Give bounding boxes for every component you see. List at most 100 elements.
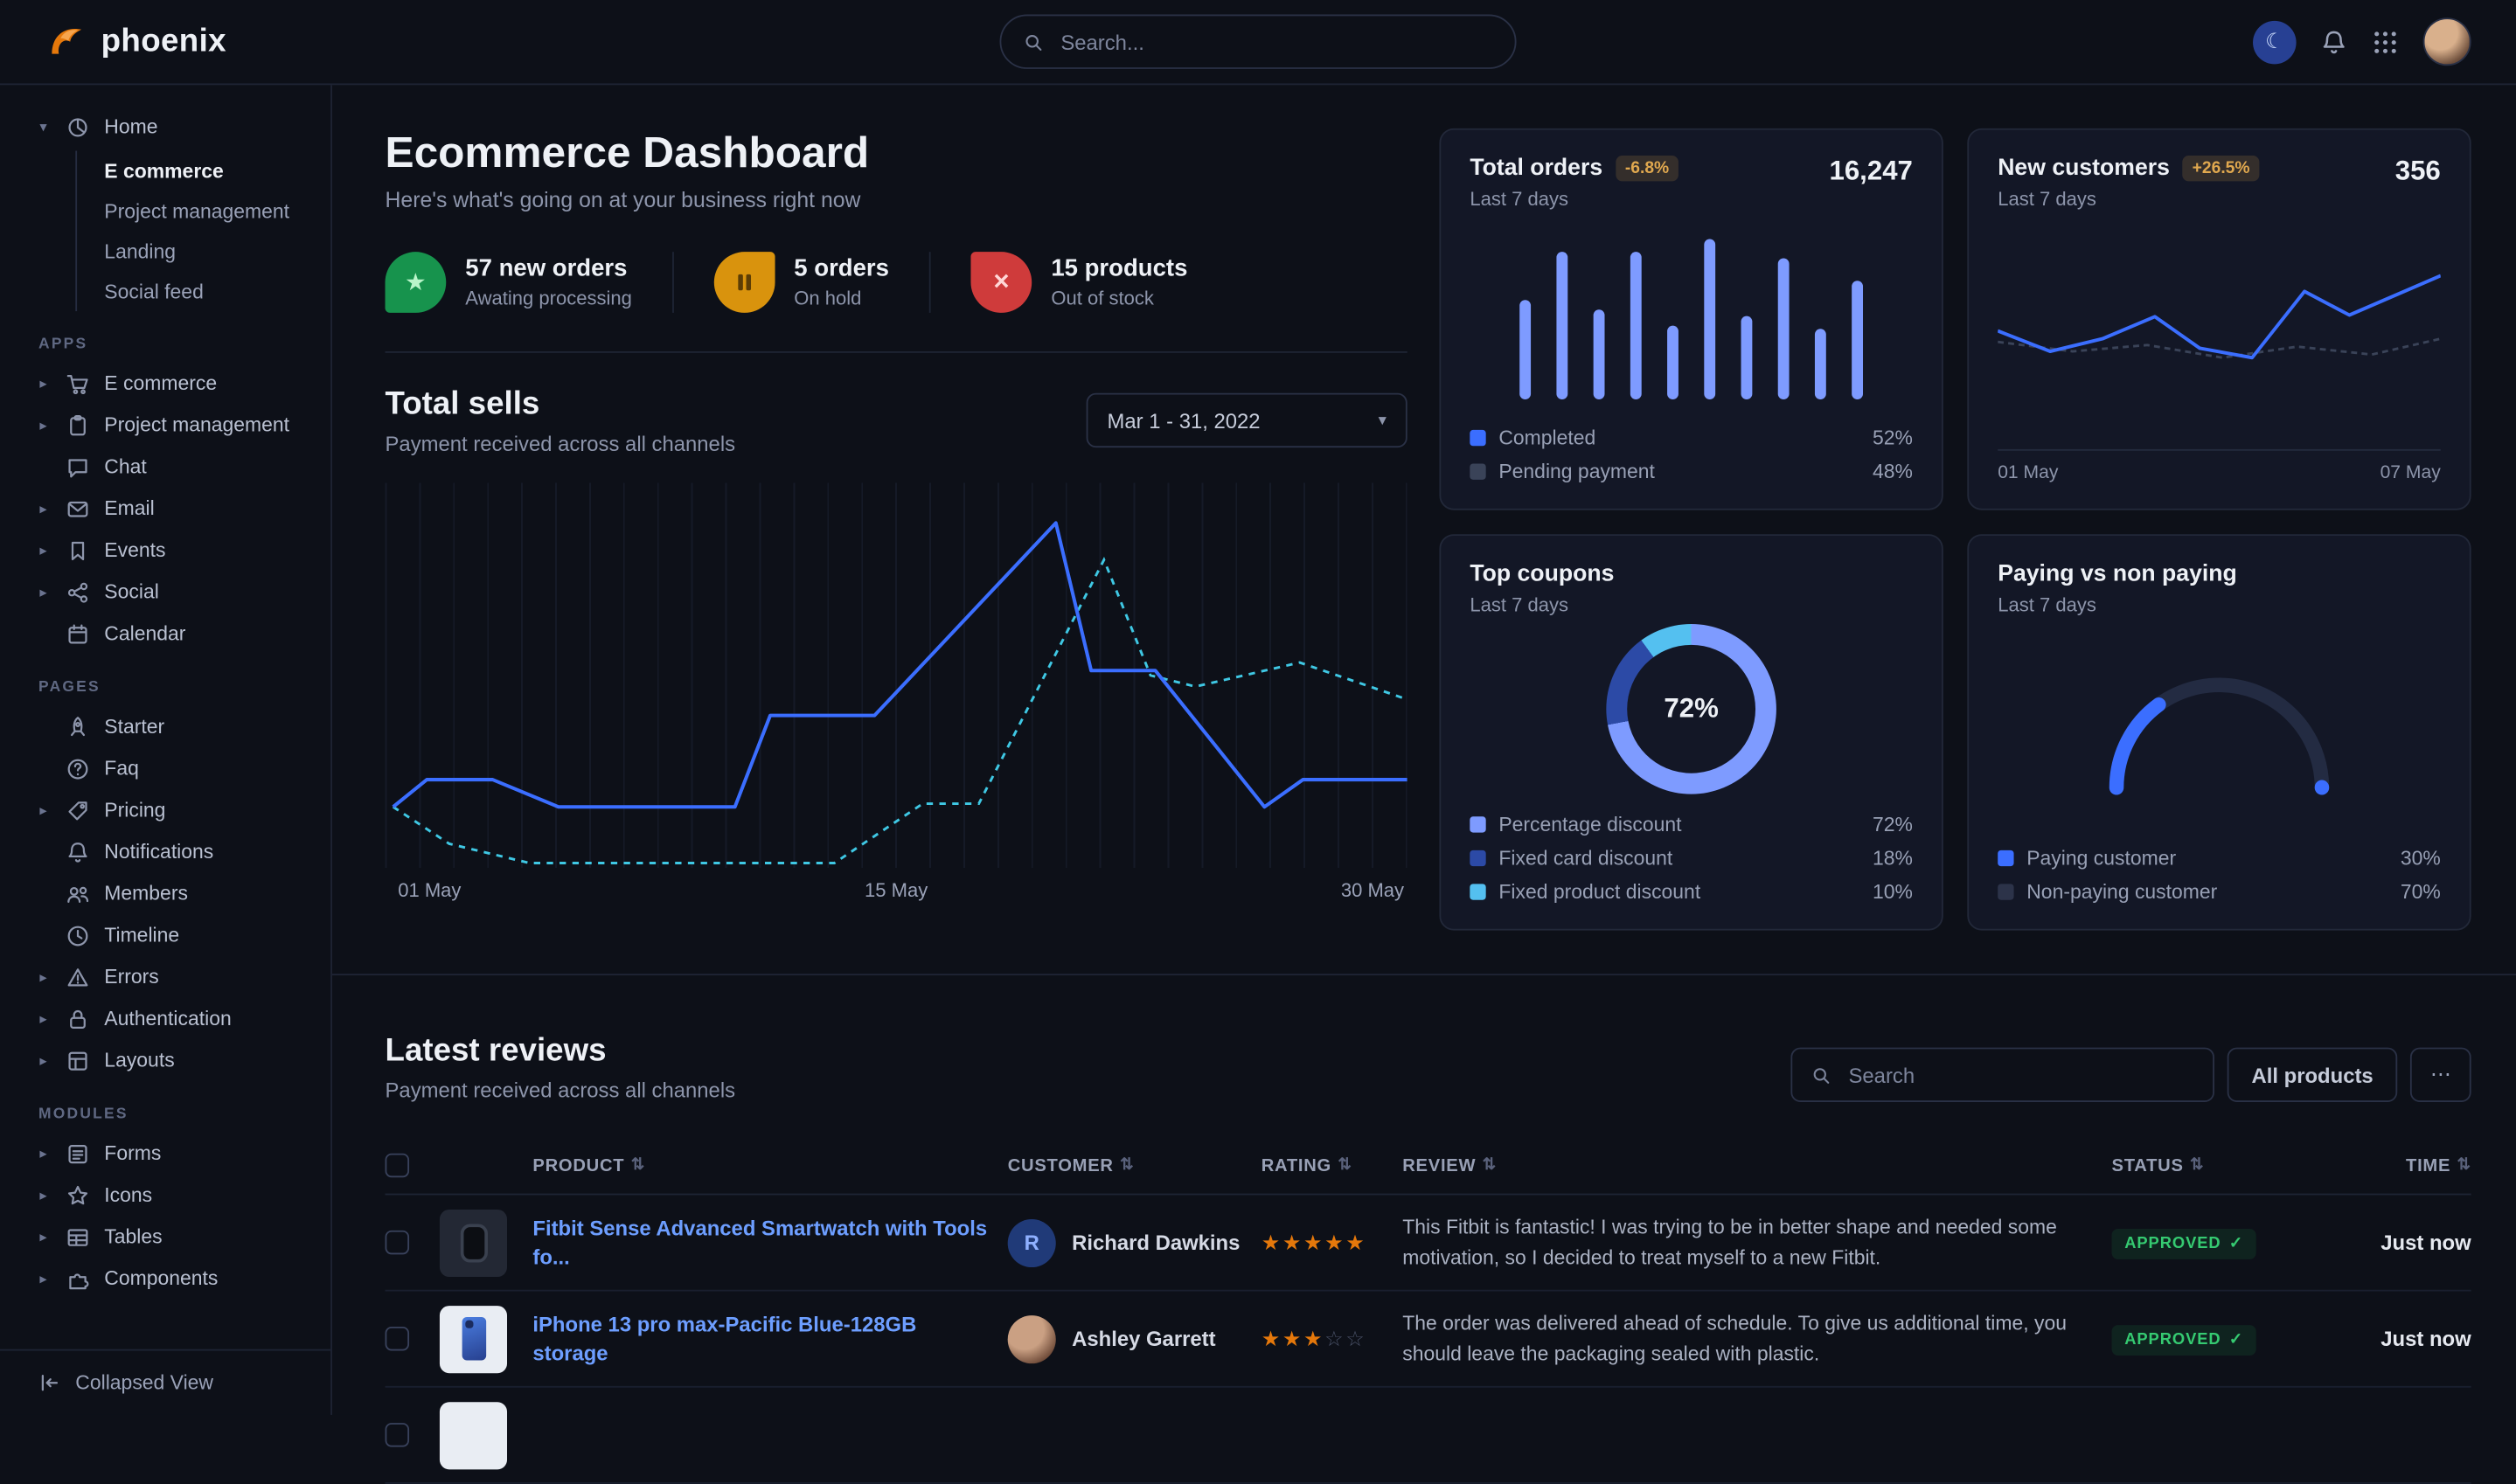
brand-name: phoenix (101, 24, 226, 60)
sort-icon: ⇅ (2190, 1156, 2204, 1174)
sidebar-subitem-ecommerce[interactable]: E commerce (77, 151, 330, 191)
sidebar-item-authentication[interactable]: ▸ Authentication (0, 998, 330, 1040)
legend-percentage-discount: Percentage discount 72% (1470, 814, 1913, 836)
apps-menu-button[interactable] (2372, 28, 2399, 55)
sidebar-item-home[interactable]: ▾ Home (0, 106, 330, 148)
sidebar-subitem-project-management[interactable]: Project management (77, 191, 330, 231)
sidebar-subitem-social-feed[interactable]: Social feed (77, 271, 330, 311)
sidebar-item-ecommerce[interactable]: ▸ E commerce (0, 363, 330, 405)
current-period-line (393, 523, 1407, 807)
sidebar-item-members[interactable]: Members (0, 873, 330, 915)
caret-right-icon: ▸ (35, 1145, 51, 1162)
stat-out-of-stock: × 15 products Out of stock (971, 252, 1228, 313)
column-rating[interactable]: RATING⇅ (1261, 1155, 1403, 1175)
table-row: iPhone 13 pro max-Pacific Blue-128GB sto… (386, 1292, 2471, 1388)
reviews-search-input[interactable] (1845, 1061, 2194, 1088)
legend-swatch (1470, 463, 1485, 479)
brand-logo[interactable]: phoenix (45, 21, 226, 63)
sidebar-item-layouts[interactable]: ▸ Layouts (0, 1039, 330, 1081)
sidebar-item-errors[interactable]: ▸ Errors (0, 956, 330, 998)
sidebar-item-tables[interactable]: ▸ Tables (0, 1216, 330, 1258)
global-search[interactable] (1000, 15, 1517, 69)
all-products-button[interactable]: All products (2228, 1048, 2397, 1102)
column-status[interactable]: STATUS⇅ (2112, 1155, 2311, 1175)
sidebar-section-apps: APPS (38, 336, 330, 353)
pie-chart-icon (66, 114, 90, 139)
change-badge: +26.5% (2183, 156, 2260, 181)
column-review[interactable]: REVIEW⇅ (1402, 1155, 2111, 1175)
sidebar-item-pricing[interactable]: ▸ Pricing (0, 789, 330, 831)
legend-swatch (1470, 430, 1485, 446)
sidebar-item-social[interactable]: ▸ Social (0, 571, 330, 613)
row-checkbox[interactable] (386, 1327, 410, 1351)
legend-non-paying-customer: Non-paying customer 70% (1998, 881, 2441, 904)
table-header: PRODUCT⇅ CUSTOMER⇅ RATING⇅ REVIEW⇅ STATU (386, 1137, 2471, 1195)
global-search-input[interactable] (1058, 28, 1492, 55)
caret-right-icon: ▸ (35, 1051, 51, 1069)
user-avatar[interactable] (2423, 17, 2471, 66)
caret-right-icon: ▸ (35, 500, 51, 517)
sidebar-subitem-landing[interactable]: Landing (77, 231, 330, 271)
bell-icon (66, 840, 90, 864)
product-thumbnail[interactable] (440, 1209, 507, 1276)
sidebar-nav: ▾ Home E commerce Project management Lan… (0, 106, 330, 1349)
customer-cell: Ashley Garrett (1008, 1314, 1261, 1363)
column-time[interactable]: TIME⇅ (2311, 1155, 2471, 1175)
new-customers-card: New customers +26.5% Last 7 days 356 (1967, 128, 2471, 510)
row-checkbox[interactable] (386, 1231, 410, 1255)
collapse-sidebar-button[interactable]: Collapsed View (0, 1349, 330, 1415)
row-checkbox[interactable] (386, 1423, 410, 1447)
lock-icon (66, 1007, 90, 1031)
product-link[interactable]: Fitbit Sense Advanced Smartwatch with To… (532, 1215, 987, 1268)
review-text: The order was delivered ahead of schedul… (1402, 1309, 2111, 1368)
customer-avatar[interactable] (1008, 1314, 1056, 1363)
column-customer[interactable]: CUSTOMER⇅ (1008, 1155, 1261, 1175)
product-thumbnail[interactable] (440, 1401, 507, 1468)
sidebar-item-chat[interactable]: Chat (0, 446, 330, 488)
legend-completed: Completed 52% (1470, 426, 1913, 449)
collapse-icon (38, 1371, 61, 1394)
select-all-checkbox[interactable] (386, 1154, 410, 1178)
sidebar-item-icons[interactable]: ▸ Icons (0, 1175, 330, 1217)
sidebar-item-components[interactable]: ▸ Components (0, 1258, 330, 1300)
sidebar-item-calendar[interactable]: Calendar (0, 613, 330, 655)
clock-icon (66, 923, 90, 947)
total-sells-x-axis: 01 May 15 May 30 May (386, 879, 1407, 908)
rating-stars: ★★★☆☆ (1261, 1326, 1403, 1351)
reviews-search[interactable] (1791, 1048, 2215, 1102)
more-actions-button[interactable]: ⋯ (2410, 1048, 2471, 1102)
caret-right-icon: ▸ (35, 968, 51, 986)
reviews-title: Latest reviews (386, 1033, 736, 1070)
page-subtitle: Here's what's going on at your business … (386, 188, 1407, 212)
legend-swatch (1470, 884, 1485, 899)
legend-swatch (1470, 816, 1485, 832)
date-range-select[interactable]: Mar 1 - 31, 2022 ▾ (1087, 393, 1407, 447)
sidebar-item-starter[interactable]: Starter (0, 706, 330, 748)
app-root: phoenix ☾ ▾ Home (0, 0, 2516, 1415)
sort-icon: ⇅ (1483, 1156, 1497, 1174)
product-link[interactable]: iPhone 13 pro max-Pacific Blue-128GB sto… (532, 1312, 916, 1365)
product-thumbnail[interactable] (440, 1305, 507, 1372)
sidebar-item-notifications[interactable]: Notifications (0, 831, 330, 873)
customer-avatar[interactable]: R (1008, 1218, 1056, 1266)
new-customers-line-chart (1998, 217, 2441, 451)
legend-fixed-product-discount: Fixed product discount 10% (1470, 881, 1913, 904)
sidebar-item-forms[interactable]: ▸ Forms (0, 1133, 330, 1175)
users-icon (66, 882, 90, 906)
caret-right-icon: ▸ (35, 416, 51, 433)
notifications-button[interactable] (2320, 28, 2347, 55)
total-sells-title: Total sells (386, 386, 736, 423)
pause-badge-icon (714, 252, 775, 313)
sidebar-item-faq[interactable]: Faq (0, 747, 330, 789)
sidebar-item-timeline[interactable]: Timeline (0, 914, 330, 956)
sidebar-item-project-management[interactable]: ▸ Project management (0, 405, 330, 447)
sidebar-item-events[interactable]: ▸ Events (0, 530, 330, 572)
sidebar-item-email[interactable]: ▸ Email (0, 488, 330, 530)
change-badge: -6.8% (1616, 156, 1678, 181)
legend-swatch (1470, 850, 1485, 866)
coupons-donut-chart: 72% (1606, 623, 1776, 794)
total-sells-chart (386, 482, 1407, 868)
close-badge-icon: × (971, 252, 1032, 313)
dark-mode-toggle[interactable]: ☾ (2253, 20, 2297, 64)
column-product[interactable]: PRODUCT⇅ (532, 1155, 1007, 1175)
